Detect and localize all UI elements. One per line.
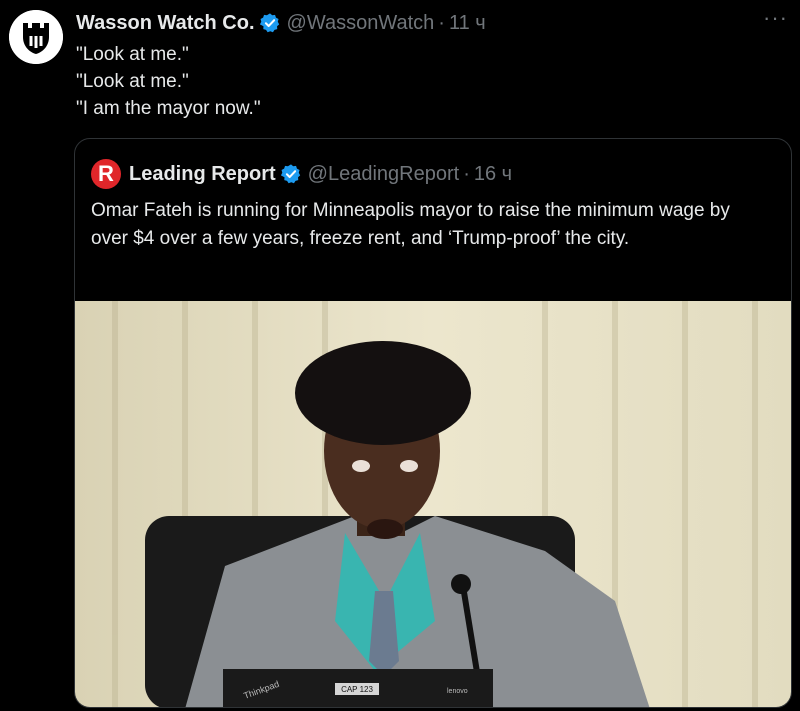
quoted-tweet-timestamp[interactable]: 16 ч xyxy=(474,163,512,186)
quoted-author-handle[interactable]: @LeadingReport xyxy=(308,163,460,186)
verified-badge-icon xyxy=(259,13,279,33)
tweet-text-line: "I am the mayor now." xyxy=(76,98,261,119)
quoted-tweet-card[interactable]: R Leading Report @LeadingReport · 16 ч O… xyxy=(74,138,792,708)
separator-dot: · xyxy=(463,162,470,185)
separator-dot: · xyxy=(438,11,445,34)
quoted-author-name[interactable]: Leading Report xyxy=(129,163,276,186)
quoted-tweet-header: R Leading Report @LeadingReport · 16 ч xyxy=(91,159,512,189)
verified-badge-icon xyxy=(280,164,300,184)
tweet-header: Wasson Watch Co. @WassonWatch · 11 ч xyxy=(76,10,486,36)
laptop-brand-right-text: lenovo xyxy=(447,688,468,695)
author-handle[interactable]: @WassonWatch xyxy=(287,12,435,35)
quoted-tweet-text: Omar Fateh is running for Minneapolis ma… xyxy=(91,200,730,249)
quoted-author-avatar[interactable]: R xyxy=(91,159,121,189)
left-eye xyxy=(352,460,370,472)
nameplate-text: CAP 123 xyxy=(341,685,373,694)
hair xyxy=(295,341,471,445)
tweet-text-line: "Look at me." xyxy=(76,71,189,92)
right-eye xyxy=(400,460,418,472)
more-options-icon[interactable]: ··· xyxy=(763,7,788,29)
author-name[interactable]: Wasson Watch Co. xyxy=(76,12,255,35)
tweet-text: "Look at me." "Look at me." "I am the ma… xyxy=(76,41,261,122)
tweet-text-line: "Look at me." xyxy=(76,44,189,65)
castle-logo-icon xyxy=(9,10,63,64)
author-avatar[interactable] xyxy=(9,10,63,64)
mouth xyxy=(367,519,403,539)
tweet-timestamp[interactable]: 11 ч xyxy=(449,12,486,35)
quoted-tweet-photo[interactable]: CAP 123 Thinkpad lenovo xyxy=(75,301,792,708)
